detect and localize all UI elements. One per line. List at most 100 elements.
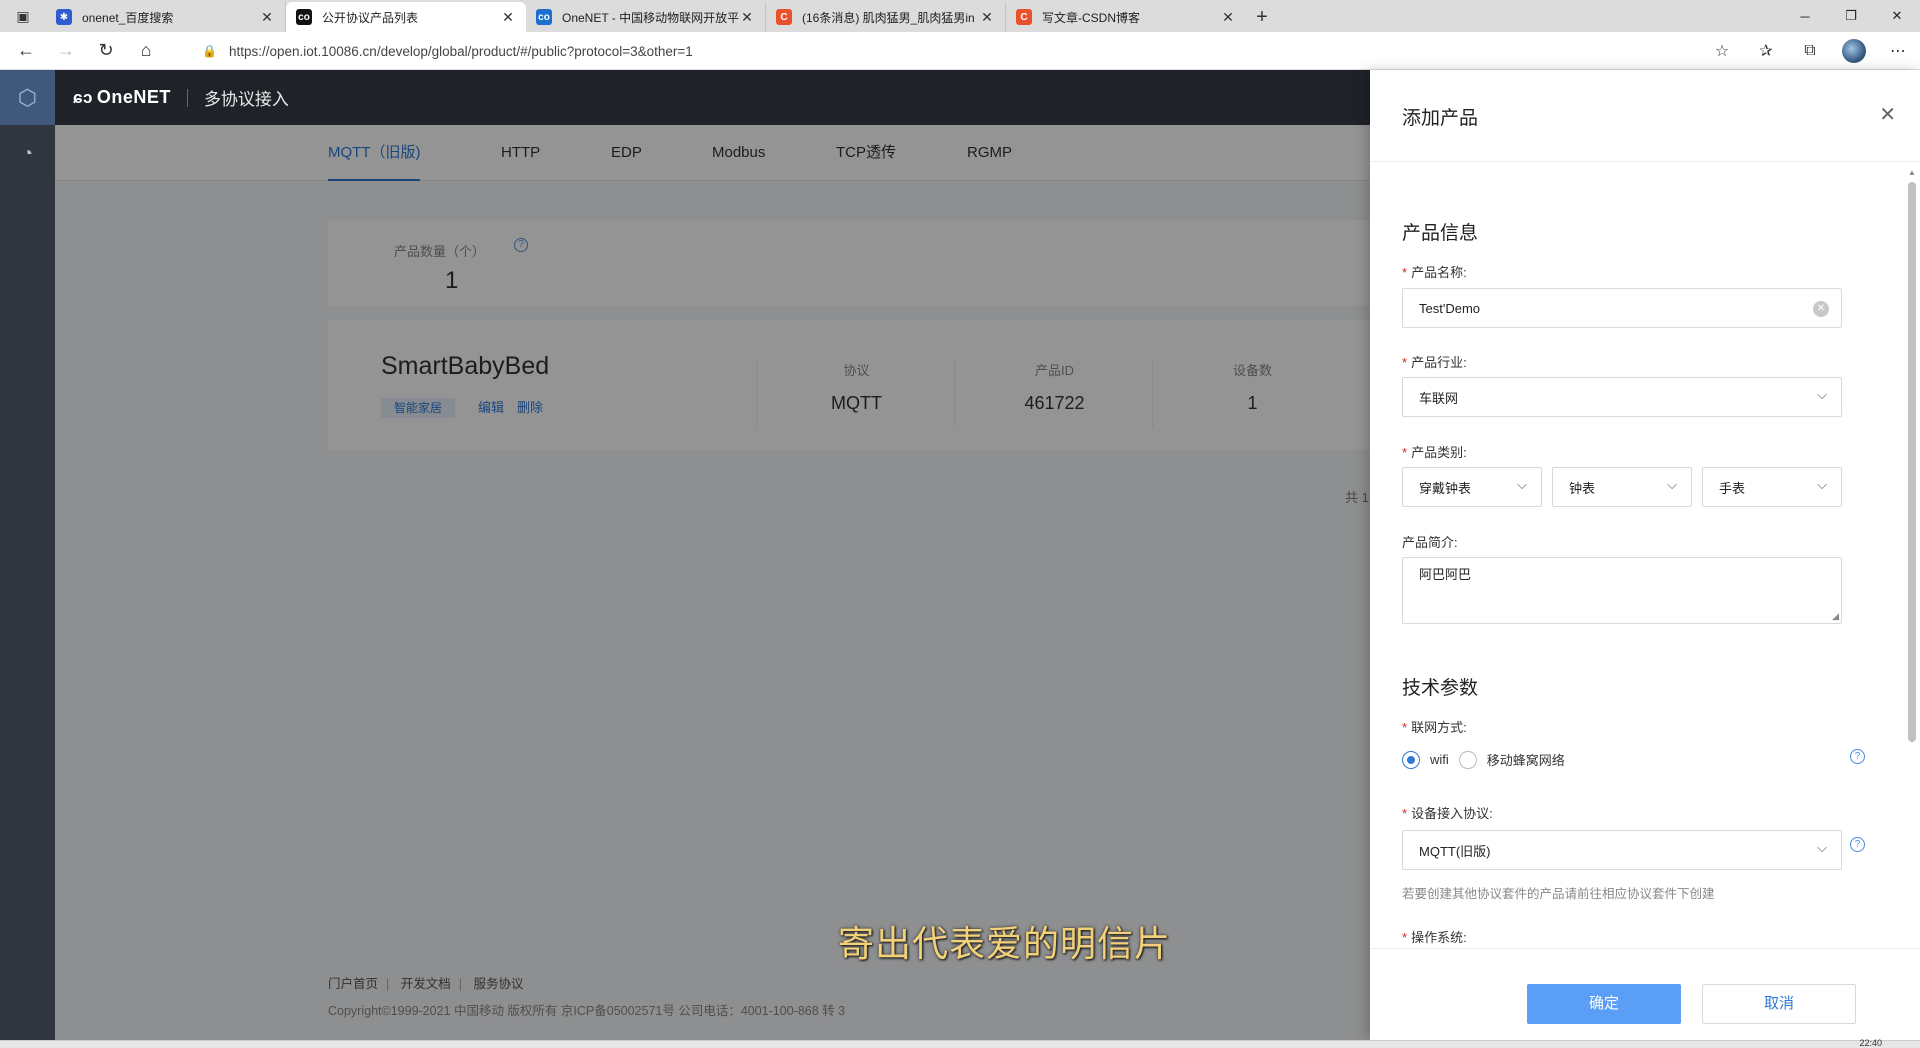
tab-title: onenet_百度搜索 (82, 10, 174, 25)
more-icon[interactable]: ⋯ (1876, 41, 1920, 61)
section-tech-params: 技术参数 (1402, 678, 1479, 699)
network-radio-group: wifi 移动蜂窝网络 (1402, 750, 1565, 769)
logo-mark-icon: ɕɔ (73, 87, 93, 107)
browser-tab[interactable]: ✱ onenet_百度搜索 ✕ (46, 2, 286, 32)
industry-select[interactable]: 车联网 ⌵ (1402, 377, 1842, 417)
network-label-text: 联网方式: (1411, 720, 1467, 735)
radio-cellular[interactable] (1458, 750, 1477, 769)
browser-tab[interactable]: C 写文章-CSDN博客 ✕ (1006, 2, 1246, 32)
chevron-down-icon: ⌵ (1817, 477, 1827, 492)
industry-value: 车联网 (1419, 390, 1459, 406)
browser-tabstrip: ▣ ✱ onenet_百度搜索 ✕ co 公开协议产品列表 ✕ co OneNE… (0, 0, 1920, 32)
category-select-1[interactable]: 穿戴钟表 ⌵ (1402, 467, 1542, 507)
category-value-1: 穿戴钟表 (1419, 480, 1472, 496)
baidu-favicon-icon: ✱ (56, 9, 72, 25)
video-subtitle: 寄出代表爱的明信片 (838, 924, 1172, 965)
intro-label: 产品简介: (1402, 535, 1458, 550)
clear-icon[interactable]: ✕ (1813, 301, 1829, 317)
chevron-down-icon: ⌵ (1817, 387, 1827, 402)
minimize-icon[interactable]: ─ (1782, 0, 1828, 32)
cancel-button[interactable]: 取消 (1702, 984, 1856, 1024)
radio-cellular-label[interactable]: 移动蜂窝网络 (1487, 750, 1565, 769)
required-mark: * (1402, 720, 1408, 735)
close-icon[interactable]: ✕ (1879, 102, 1896, 127)
onenet-logo[interactable]: ɕɔ OneNET (73, 87, 171, 108)
required-mark: * (1402, 265, 1408, 280)
required-mark: * (1402, 806, 1408, 821)
tab-title: 公开协议产品列表 (322, 10, 419, 25)
back-icon[interactable]: ← (6, 32, 46, 70)
tab-title: OneNET - 中国移动物联网开放平 (562, 10, 739, 25)
resize-grip-icon[interactable]: ◢ (1832, 611, 1839, 622)
os-label-text: 操作系统: (1411, 930, 1467, 945)
drawer-title: 添加产品 (1402, 108, 1479, 129)
radio-wifi[interactable] (1402, 750, 1420, 769)
restore-icon[interactable]: ❐ (1828, 0, 1874, 32)
protocol-label: * 设备接入协议: (1402, 803, 1493, 822)
category-select-2[interactable]: 钟表 ⌵ (1552, 467, 1692, 507)
browser-tab[interactable]: co OneNET - 中国移动物联网开放平 ✕ (526, 2, 766, 32)
product-hex-icon[interactable]: ⬡ (0, 70, 55, 125)
onenet-favicon-icon: co (296, 9, 312, 25)
window-controls: ─ ❐ ✕ (1782, 0, 1920, 32)
protocol-select[interactable]: MQTT(旧版) ⌵ (1402, 830, 1842, 870)
intro-textarea[interactable]: 阿巴阿巴 ◢ (1402, 557, 1842, 624)
new-tab-icon[interactable]: + (1246, 2, 1278, 32)
chevron-down-icon: ⌵ (1517, 477, 1527, 492)
required-mark: * (1402, 930, 1408, 945)
section-product-info: 产品信息 (1402, 223, 1479, 244)
close-tab-icon[interactable]: ✕ (259, 9, 275, 26)
add-favorite-icon[interactable]: ☆ (1700, 41, 1744, 61)
refresh-icon[interactable]: ↻ (86, 32, 126, 70)
collections-icon[interactable]: ⧉ (1788, 42, 1832, 60)
csdn-favicon-icon: C (776, 9, 792, 25)
clock-text: 22:40 (1859, 1038, 1882, 1048)
protocol-select-value: MQTT(旧版) (1419, 843, 1491, 859)
industry-label-text: 产品行业: (1411, 355, 1467, 370)
forward-icon[interactable]: → (46, 32, 86, 70)
lock-icon[interactable]: 🔒 (202, 44, 217, 58)
tab-actions-icon[interactable]: ▣ (0, 0, 46, 32)
name-label: * 产品名称: (1402, 262, 1467, 281)
close-window-icon[interactable]: ✕ (1874, 0, 1920, 32)
category-label-text: 产品类别: (1411, 445, 1467, 460)
address-toolbar: ← → ↻ ⌂ 🔒 https://open.iot.10086.cn/deve… (0, 32, 1920, 70)
protocol-label-text: 设备接入协议: (1411, 806, 1493, 821)
url-text: https://open.iot.10086.cn/develop/global… (228, 43, 693, 59)
close-tab-icon[interactable]: ✕ (500, 9, 516, 26)
chevron-down-icon: ⌵ (1667, 477, 1677, 492)
home-icon[interactable]: ⌂ (126, 32, 166, 70)
profile-avatar[interactable] (1842, 39, 1866, 63)
logo-text: OneNET (96, 87, 171, 107)
divider (186, 88, 188, 107)
tab-title: (16条消息) 肌肉猛男_肌肉猛男in (802, 10, 975, 25)
protocol-hint: 若要创建其他协议套件的产品请前往相应协议套件下创建 (1402, 887, 1715, 901)
browser-actions: ☆ ✰ ⧉ ⋯ (1700, 32, 1920, 70)
help-icon[interactable]: ? (1850, 749, 1865, 764)
url-field[interactable]: 🔒 https://open.iot.10086.cn/develop/glob… (188, 36, 1726, 66)
industry-label: * 产品行业: (1402, 352, 1467, 371)
scroll-thumb[interactable] (1908, 182, 1916, 742)
scroll-up-icon[interactable]: ▲ (1906, 168, 1918, 178)
browser-tab[interactable]: C (16条消息) 肌肉猛男_肌肉猛男in ✕ (766, 2, 1006, 32)
radio-wifi-label[interactable]: wifi (1430, 752, 1449, 767)
chevron-down-icon: ⌵ (1817, 840, 1827, 855)
close-tab-icon[interactable]: ✕ (1220, 9, 1236, 26)
product-name-input[interactable]: Test'Demo ✕ (1402, 288, 1842, 328)
pie-chart-icon[interactable]: ◔ (0, 143, 55, 164)
browser-tab-active[interactable]: co 公开协议产品列表 ✕ (286, 2, 526, 32)
help-icon[interactable]: ? (1850, 837, 1865, 852)
category-select-3[interactable]: 手表 ⌵ (1702, 467, 1842, 507)
category-value-3: 手表 (1719, 480, 1746, 496)
tab-title: 写文章-CSDN博客 (1042, 10, 1140, 25)
drawer-scrollbar[interactable]: ▲ (1906, 168, 1918, 946)
close-tab-icon[interactable]: ✕ (739, 9, 755, 26)
add-product-drawer: 添加产品 ✕ ▲ 产品信息 * 产品名称: Test'Demo ✕ * 产品行业: … (1370, 70, 1920, 1040)
name-label-text: 产品名称: (1411, 265, 1467, 280)
required-mark: * (1402, 445, 1408, 460)
confirm-button[interactable]: 确定 (1527, 984, 1681, 1024)
category-value-2: 钟表 (1569, 480, 1596, 496)
close-tab-icon[interactable]: ✕ (979, 9, 995, 26)
favorites-icon[interactable]: ✰ (1744, 41, 1788, 61)
left-nav: ⬡ ◔ (0, 70, 55, 1040)
